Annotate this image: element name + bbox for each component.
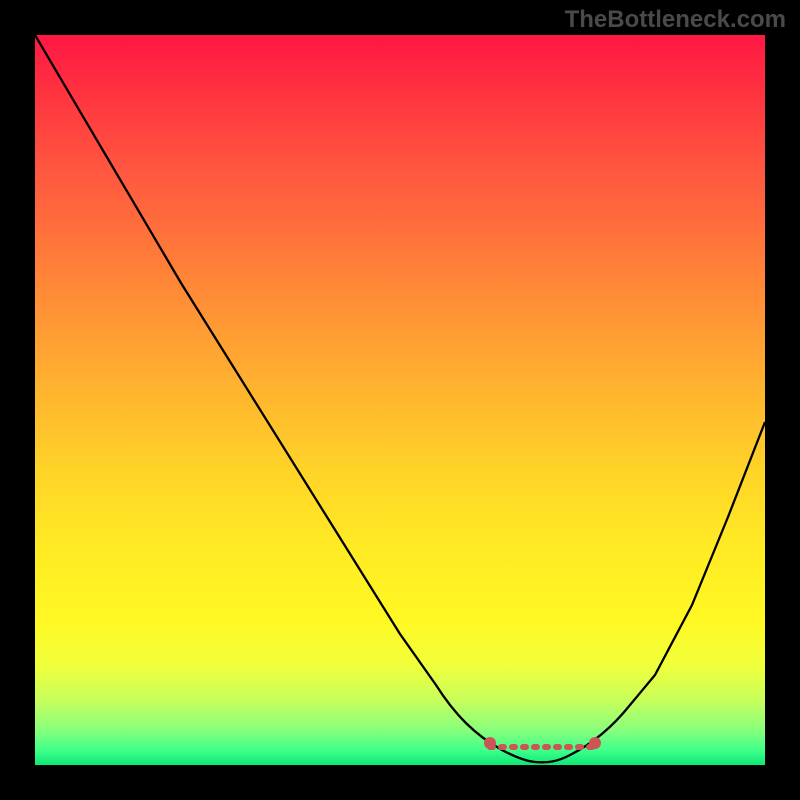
bottleneck-curve (35, 35, 765, 762)
chart-svg (35, 35, 765, 765)
optimal-end-dot (589, 737, 601, 749)
plot-area (35, 35, 765, 765)
watermark-text: TheBottleneck.com (565, 6, 786, 34)
chart-container: TheBottleneck.com (0, 0, 800, 800)
